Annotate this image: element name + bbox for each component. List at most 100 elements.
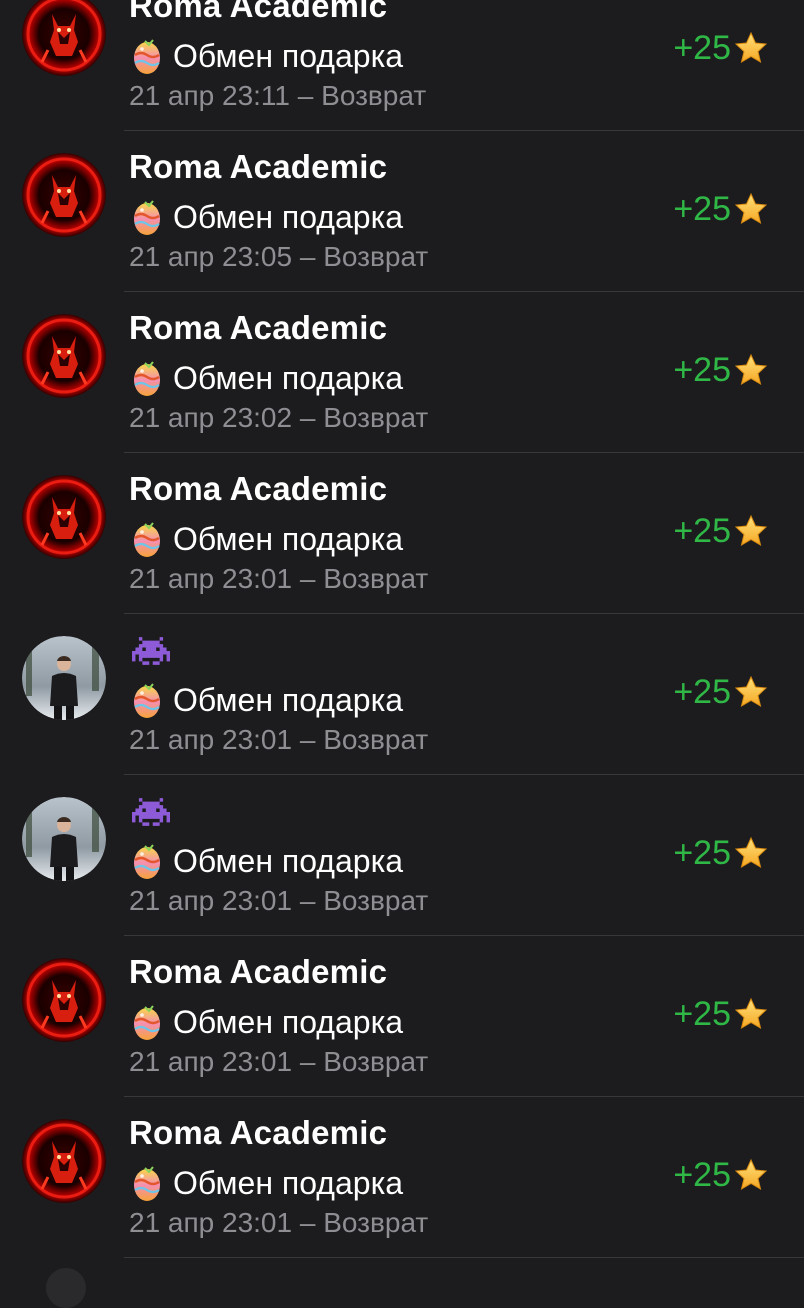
transaction-type: Возврат	[323, 402, 429, 433]
transaction-title-line: Обмен подарка	[131, 358, 403, 398]
meta-separator: –	[290, 80, 322, 111]
transaction-meta: 21 апр 23:01 – Возврат	[129, 724, 428, 756]
transaction-amount: +25	[673, 833, 768, 873]
transaction-title-line: Обмен подарка	[131, 1163, 403, 1203]
amount-value: +25	[673, 350, 731, 389]
star-icon	[734, 514, 768, 548]
transaction-row[interactable]: Roma Academic Обмен подарка 21 апр 23:11…	[0, 0, 804, 131]
person-photo-avatar[interactable]	[22, 797, 106, 881]
transaction-meta: 21 апр 23:01 – Возврат	[129, 885, 428, 917]
transaction-title-line: Обмен подарка	[131, 36, 403, 76]
transaction-time: 21 апр 23:01	[129, 1207, 293, 1238]
transaction-meta: 21 апр 23:05 – Возврат	[129, 241, 428, 273]
transaction-time: 21 апр 23:01	[129, 1046, 293, 1077]
transaction-amount: +25	[673, 511, 768, 551]
transaction-list: Roma Academic Обмен подарка 21 апр 23:11…	[0, 0, 804, 1258]
transaction-row[interactable]: Roma Academic Обмен подарка 21 апр 23:01…	[0, 453, 804, 614]
transaction-type: Возврат	[323, 1207, 429, 1238]
red-fox-avatar[interactable]	[22, 0, 106, 76]
easter-egg-icon	[131, 520, 163, 558]
transaction-title: Обмен подарка	[173, 842, 404, 879]
transaction-meta: 21 апр 23:01 – Возврат	[129, 1046, 428, 1078]
amount-value: +25	[673, 189, 731, 228]
person-photo-avatar[interactable]	[22, 636, 106, 720]
transaction-time: 21 апр 23:01	[129, 724, 293, 755]
transaction-type: Возврат	[323, 563, 429, 594]
easter-egg-icon	[131, 1164, 163, 1202]
transaction-row[interactable]: Roma Academic Обмен подарка 21 апр 23:01…	[0, 1097, 804, 1258]
transaction-type: Возврат	[323, 885, 429, 916]
transaction-title-line: Обмен подарка	[131, 680, 403, 720]
sender-name: Roma Academic	[129, 1114, 388, 1151]
sender-name: Roma Academic	[129, 309, 388, 346]
easter-egg-icon	[131, 1003, 163, 1041]
amount-value: +25	[673, 511, 731, 550]
easter-egg-icon	[131, 359, 163, 397]
sender-name: Roma Academic	[129, 0, 388, 24]
easter-egg-icon	[131, 37, 163, 75]
transaction-time: 21 апр 23:01	[129, 563, 293, 594]
star-icon	[734, 675, 768, 709]
meta-separator: –	[292, 402, 324, 433]
star-icon	[734, 997, 768, 1031]
red-fox-avatar[interactable]	[22, 1119, 106, 1203]
sender-name: Roma Academic	[129, 148, 388, 185]
transaction-row[interactable]: Roma Academic Обмен подарка 21 апр 23:02…	[0, 292, 804, 453]
transaction-time: 21 апр 23:02	[129, 402, 293, 433]
amount-value: +25	[673, 994, 731, 1033]
transaction-amount: +25	[673, 28, 768, 68]
meta-separator: –	[292, 885, 324, 916]
transaction-row[interactable]: Обмен подарка 21 апр 23:01 – Возврат +25	[0, 614, 804, 775]
transaction-title-line: Обмен подарка	[131, 519, 403, 559]
transaction-type: Возврат	[323, 241, 429, 272]
easter-egg-icon	[131, 198, 163, 236]
transaction-meta: 21 апр 23:11 – Возврат	[129, 80, 426, 112]
amount-value: +25	[673, 1155, 731, 1194]
transaction-title: Обмен подарка	[173, 681, 404, 718]
transaction-title-line: Обмен подарка	[131, 841, 403, 881]
transaction-amount: +25	[673, 189, 768, 229]
red-fox-avatar[interactable]	[22, 153, 106, 237]
transaction-title: Обмен подарка	[173, 520, 404, 557]
meta-separator: –	[292, 724, 324, 755]
red-fox-avatar[interactable]	[22, 314, 106, 398]
row-divider	[124, 1257, 804, 1258]
transaction-row[interactable]: Roma Academic Обмен подарка 21 апр 23:01…	[0, 936, 804, 1097]
transaction-row[interactable]: Roma Academic Обмен подарка 21 апр 23:05…	[0, 131, 804, 292]
amount-value: +25	[673, 28, 731, 67]
transaction-type: Возврат	[323, 724, 429, 755]
meta-separator: –	[292, 1046, 324, 1077]
transaction-amount: +25	[673, 350, 768, 390]
next-row-avatar-peek	[46, 1268, 86, 1308]
meta-separator: –	[292, 241, 324, 272]
star-icon	[734, 1158, 768, 1192]
sender-name: Roma Academic	[129, 470, 388, 507]
transaction-amount: +25	[673, 672, 768, 712]
amount-value: +25	[673, 672, 731, 711]
transaction-title: Обмен подарка	[173, 1164, 404, 1201]
amount-value: +25	[673, 833, 731, 872]
transaction-title-line: Обмен подарка	[131, 1002, 403, 1042]
transaction-meta: 21 апр 23:02 – Возврат	[129, 402, 428, 434]
transaction-amount: +25	[673, 1155, 768, 1195]
transaction-type: Возврат	[321, 80, 427, 111]
transaction-meta: 21 апр 23:01 – Возврат	[129, 563, 428, 595]
star-icon	[734, 836, 768, 870]
easter-egg-icon	[131, 681, 163, 719]
transaction-title: Обмен подарка	[173, 1003, 404, 1040]
transaction-amount: +25	[673, 994, 768, 1034]
transaction-type: Возврат	[323, 1046, 429, 1077]
transaction-row[interactable]: Обмен подарка 21 апр 23:01 – Возврат +25	[0, 775, 804, 936]
star-icon	[734, 192, 768, 226]
meta-separator: –	[292, 1207, 324, 1238]
transaction-time: 21 апр 23:11	[129, 80, 290, 111]
transaction-title: Обмен подарка	[173, 359, 404, 396]
transaction-title: Обмен подарка	[173, 37, 404, 74]
red-fox-avatar[interactable]	[22, 475, 106, 559]
transaction-title: Обмен подарка	[173, 198, 404, 235]
transaction-time: 21 апр 23:01	[129, 885, 293, 916]
sender-name: Roma Academic	[129, 953, 388, 990]
star-icon	[734, 353, 768, 387]
meta-separator: –	[292, 563, 324, 594]
red-fox-avatar[interactable]	[22, 958, 106, 1042]
